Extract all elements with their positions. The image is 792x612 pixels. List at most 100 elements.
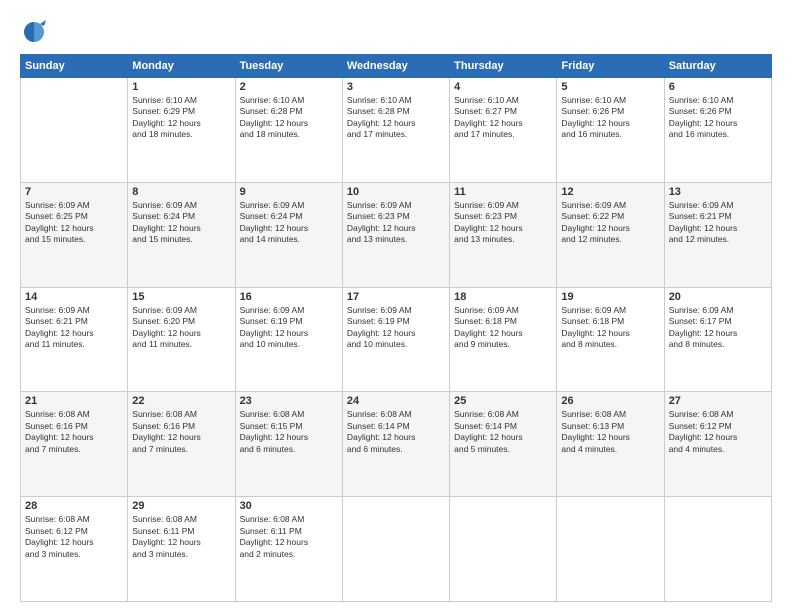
day-number: 16 xyxy=(240,291,338,303)
calendar-cell: 28Sunrise: 6:08 AMSunset: 6:12 PMDayligh… xyxy=(21,497,128,602)
calendar-cell: 16 Sunrise: 6:09 AMSunset: 6:19 PMDayligh… xyxy=(235,287,342,392)
day-info: Sunrise: 6:08 AMSunset: 6:11 PMDaylight:… xyxy=(132,514,230,560)
calendar-cell: 15 Sunrise: 6:09 AMSunset: 6:20 PMDayligh… xyxy=(128,287,235,392)
calendar-weekday-saturday: Saturday xyxy=(664,55,771,78)
day-info: Sunrise: 6:10 AMSunset: 6:26 PMDaylight:… xyxy=(561,95,659,141)
day-info: Sunrise: 6:08 AMSunset: 6:16 PMDaylight:… xyxy=(25,409,123,455)
day-info: Sunrise: 6:09 AMSunset: 6:23 PMDaylight:… xyxy=(347,200,445,246)
calendar-cell: 11 Sunrise: 6:09 AMSunset: 6:23 PMDayligh… xyxy=(450,182,557,287)
day-info: Sunrise: 6:08 AMSunset: 6:12 PMDaylight:… xyxy=(25,514,123,560)
day-number: 11 xyxy=(454,186,552,198)
day-number: 27 xyxy=(669,395,767,407)
calendar-weekday-friday: Friday xyxy=(557,55,664,78)
calendar-weekday-monday: Monday xyxy=(128,55,235,78)
day-info: Sunrise: 6:10 AMSunset: 6:27 PMDaylight:… xyxy=(454,95,552,141)
day-number: 4 xyxy=(454,81,552,93)
calendar-weekday-thursday: Thursday xyxy=(450,55,557,78)
day-info: Sunrise: 6:08 AMSunset: 6:13 PMDaylight:… xyxy=(561,409,659,455)
day-number: 1 xyxy=(132,81,230,93)
day-info: Sunrise: 6:09 AMSunset: 6:19 PMDaylight:… xyxy=(347,305,445,351)
calendar-cell: 18 Sunrise: 6:09 AMSunset: 6:18 PMDayligh… xyxy=(450,287,557,392)
calendar-week-row: 1 Sunrise: 6:10 AMSunset: 6:29 PMDaylight… xyxy=(21,78,772,183)
day-info: Sunrise: 6:09 AMSunset: 6:18 PMDaylight:… xyxy=(454,305,552,351)
calendar-cell: 3 Sunrise: 6:10 AMSunset: 6:28 PMDaylight… xyxy=(342,78,449,183)
calendar-cell: 21Sunrise: 6:08 AMSunset: 6:16 PMDayligh… xyxy=(21,392,128,497)
calendar-cell: 9Sunrise: 6:09 AMSunset: 6:24 PMDaylight… xyxy=(235,182,342,287)
day-info: Sunrise: 6:08 AMSunset: 6:11 PMDaylight:… xyxy=(240,514,338,560)
calendar-cell: 13 Sunrise: 6:09 AMSunset: 6:21 PMDayligh… xyxy=(664,182,771,287)
logo-icon xyxy=(20,18,48,46)
day-number: 8 xyxy=(132,186,230,198)
day-info: Sunrise: 6:09 AMSunset: 6:18 PMDaylight:… xyxy=(561,305,659,351)
day-number: 2 xyxy=(240,81,338,93)
day-number: 24 xyxy=(347,395,445,407)
day-number: 29 xyxy=(132,500,230,512)
calendar-table: SundayMondayTuesdayWednesdayThursdayFrid… xyxy=(20,54,772,602)
day-number: 17 xyxy=(347,291,445,303)
calendar-weekday-wednesday: Wednesday xyxy=(342,55,449,78)
day-info: Sunrise: 6:08 AMSunset: 6:12 PMDaylight:… xyxy=(669,409,767,455)
day-info: Sunrise: 6:10 AMSunset: 6:28 PMDaylight:… xyxy=(240,95,338,141)
calendar-week-row: 14 Sunrise: 6:09 AMSunset: 6:21 PMDayligh… xyxy=(21,287,772,392)
calendar-cell: 5Sunrise: 6:10 AMSunset: 6:26 PMDaylight… xyxy=(557,78,664,183)
calendar-cell: 17 Sunrise: 6:09 AMSunset: 6:19 PMDayligh… xyxy=(342,287,449,392)
calendar-cell xyxy=(664,497,771,602)
day-info: Sunrise: 6:08 AMSunset: 6:16 PMDaylight:… xyxy=(132,409,230,455)
day-number: 12 xyxy=(561,186,659,198)
page: SundayMondayTuesdayWednesdayThursdayFrid… xyxy=(0,0,792,612)
logo xyxy=(20,18,52,46)
day-number: 19 xyxy=(561,291,659,303)
day-info: Sunrise: 6:08 AMSunset: 6:14 PMDaylight:… xyxy=(454,409,552,455)
day-info: Sunrise: 6:10 AMSunset: 6:26 PMDaylight:… xyxy=(669,95,767,141)
calendar-cell: 30 Sunrise: 6:08 AMSunset: 6:11 PMDayligh… xyxy=(235,497,342,602)
calendar-cell: 8Sunrise: 6:09 AMSunset: 6:24 PMDaylight… xyxy=(128,182,235,287)
day-number: 30 xyxy=(240,500,338,512)
day-number: 25 xyxy=(454,395,552,407)
day-number: 26 xyxy=(561,395,659,407)
day-number: 18 xyxy=(454,291,552,303)
day-number: 7 xyxy=(25,186,123,198)
calendar-cell: 1 Sunrise: 6:10 AMSunset: 6:29 PMDaylight… xyxy=(128,78,235,183)
day-info: Sunrise: 6:09 AMSunset: 6:20 PMDaylight:… xyxy=(132,305,230,351)
calendar-cell: 20 Sunrise: 6:09 AMSunset: 6:17 PMDayligh… xyxy=(664,287,771,392)
calendar-week-row: 28Sunrise: 6:08 AMSunset: 6:12 PMDayligh… xyxy=(21,497,772,602)
calendar-cell: 4 Sunrise: 6:10 AMSunset: 6:27 PMDaylight… xyxy=(450,78,557,183)
day-info: Sunrise: 6:09 AMSunset: 6:21 PMDaylight:… xyxy=(25,305,123,351)
day-number: 14 xyxy=(25,291,123,303)
day-info: Sunrise: 6:09 AMSunset: 6:17 PMDaylight:… xyxy=(669,305,767,351)
calendar-cell xyxy=(557,497,664,602)
day-info: Sunrise: 6:09 AMSunset: 6:25 PMDaylight:… xyxy=(25,200,123,246)
day-info: Sunrise: 6:10 AMSunset: 6:28 PMDaylight:… xyxy=(347,95,445,141)
day-number: 20 xyxy=(669,291,767,303)
calendar-header-row: SundayMondayTuesdayWednesdayThursdayFrid… xyxy=(21,55,772,78)
calendar-week-row: 7 Sunrise: 6:09 AMSunset: 6:25 PMDaylight… xyxy=(21,182,772,287)
calendar-cell xyxy=(450,497,557,602)
day-number: 22 xyxy=(132,395,230,407)
calendar-cell: 12Sunrise: 6:09 AMSunset: 6:22 PMDayligh… xyxy=(557,182,664,287)
day-info: Sunrise: 6:09 AMSunset: 6:24 PMDaylight:… xyxy=(240,200,338,246)
calendar-weekday-sunday: Sunday xyxy=(21,55,128,78)
calendar-cell: 6Sunrise: 6:10 AMSunset: 6:26 PMDaylight… xyxy=(664,78,771,183)
day-number: 13 xyxy=(669,186,767,198)
calendar-cell xyxy=(21,78,128,183)
calendar-weekday-tuesday: Tuesday xyxy=(235,55,342,78)
day-number: 3 xyxy=(347,81,445,93)
day-number: 23 xyxy=(240,395,338,407)
calendar-cell: 10Sunrise: 6:09 AMSunset: 6:23 PMDayligh… xyxy=(342,182,449,287)
day-info: Sunrise: 6:09 AMSunset: 6:19 PMDaylight:… xyxy=(240,305,338,351)
calendar-week-row: 21Sunrise: 6:08 AMSunset: 6:16 PMDayligh… xyxy=(21,392,772,497)
calendar-cell: 24 Sunrise: 6:08 AMSunset: 6:14 PMDayligh… xyxy=(342,392,449,497)
day-info: Sunrise: 6:10 AMSunset: 6:29 PMDaylight:… xyxy=(132,95,230,141)
day-info: Sunrise: 6:09 AMSunset: 6:23 PMDaylight:… xyxy=(454,200,552,246)
calendar-cell xyxy=(342,497,449,602)
calendar-cell: 25 Sunrise: 6:08 AMSunset: 6:14 PMDayligh… xyxy=(450,392,557,497)
calendar-cell: 23 Sunrise: 6:08 AMSunset: 6:15 PMDayligh… xyxy=(235,392,342,497)
calendar-cell: 29 Sunrise: 6:08 AMSunset: 6:11 PMDayligh… xyxy=(128,497,235,602)
day-info: Sunrise: 6:08 AMSunset: 6:15 PMDaylight:… xyxy=(240,409,338,455)
calendar-cell: 2 Sunrise: 6:10 AMSunset: 6:28 PMDaylight… xyxy=(235,78,342,183)
calendar-cell: 22 Sunrise: 6:08 AMSunset: 6:16 PMDayligh… xyxy=(128,392,235,497)
day-info: Sunrise: 6:09 AMSunset: 6:21 PMDaylight:… xyxy=(669,200,767,246)
day-info: Sunrise: 6:08 AMSunset: 6:14 PMDaylight:… xyxy=(347,409,445,455)
calendar-cell: 27 Sunrise: 6:08 AMSunset: 6:12 PMDayligh… xyxy=(664,392,771,497)
day-number: 15 xyxy=(132,291,230,303)
